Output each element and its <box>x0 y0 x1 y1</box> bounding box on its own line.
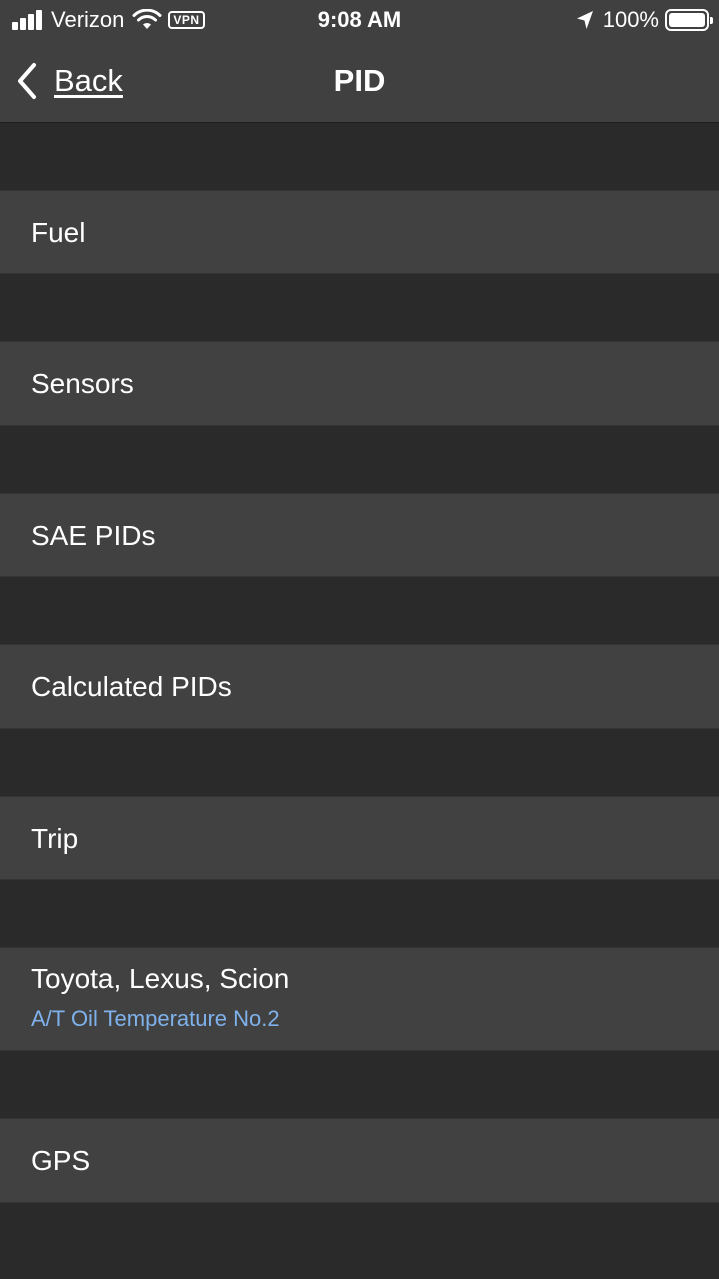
row-trip[interactable]: Trip <box>0 796 719 880</box>
row-label: Toyota, Lexus, Scion <box>31 963 290 994</box>
battery-percent: 100% <box>602 7 659 32</box>
row-gps[interactable]: GPS <box>0 1118 719 1203</box>
battery-icon <box>665 9 713 31</box>
row-label: Calculated PIDs <box>31 671 232 702</box>
row-label: Fuel <box>31 217 86 248</box>
row-subtitle: A/T Oil Temperature No.2 <box>31 1006 280 1031</box>
navigation-bar: Back PID <box>0 40 719 123</box>
row-sensors[interactable]: Sensors <box>0 341 719 426</box>
row-label: Trip <box>31 823 79 854</box>
row-calculated-pids[interactable]: Calculated PIDs <box>0 644 719 729</box>
row-toyota-lexus-scion[interactable]: Toyota, Lexus, Scion A/T Oil Temperature… <box>0 947 719 1051</box>
row-label: Sensors <box>31 368 134 399</box>
row-sae-pids[interactable]: SAE PIDs <box>0 493 719 577</box>
page-title: PID <box>333 63 386 98</box>
location-arrow-icon <box>576 11 593 29</box>
status-bar: Verizon VPN 9:08 AM 100% <box>0 0 719 40</box>
row-label: SAE PIDs <box>31 520 156 551</box>
status-right: 100% <box>575 7 713 32</box>
row-label: GPS <box>31 1145 91 1176</box>
row-fuel[interactable]: Fuel <box>0 190 719 274</box>
